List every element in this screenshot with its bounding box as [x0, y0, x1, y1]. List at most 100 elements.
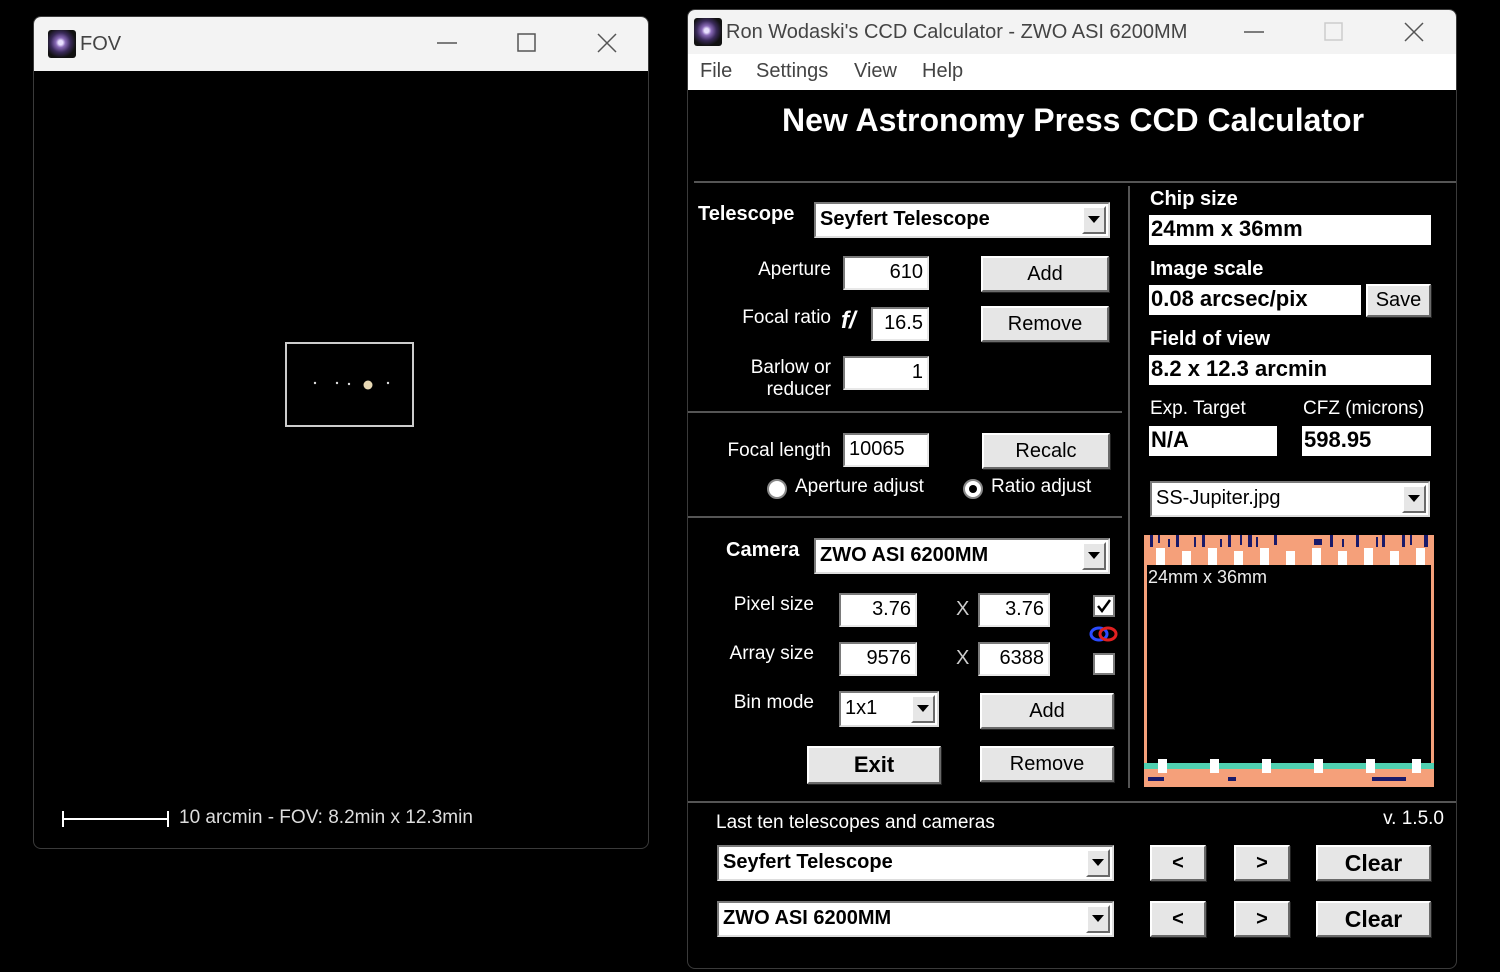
- galaxy-app-icon: [48, 30, 76, 58]
- divider: [688, 411, 1122, 413]
- save-button[interactable]: Save: [1366, 284, 1431, 317]
- array-size-x-input[interactable]: 9576: [839, 642, 917, 676]
- chip-size-value: 24mm x 36mm: [1149, 215, 1431, 245]
- focal-ratio-input[interactable]: 16.5: [871, 307, 929, 341]
- calc-titlebar[interactable]: Ron Wodaski's CCD Calculator - ZWO ASI 6…: [688, 10, 1456, 54]
- times-symbol: X: [956, 598, 970, 620]
- close-icon: [1404, 22, 1424, 42]
- ratio-adjust-radio[interactable]: [963, 479, 983, 499]
- recent-camera-select[interactable]: ZWO ASI 6200MM: [717, 901, 1114, 937]
- minimize-button[interactable]: [424, 23, 470, 63]
- image-scale-label: Image scale: [1150, 258, 1264, 280]
- maximize-button[interactable]: [1311, 12, 1357, 52]
- add-telescope-button[interactable]: Add: [981, 256, 1109, 292]
- aperture-adjust-radio[interactable]: [767, 479, 787, 499]
- maximize-icon: [517, 33, 536, 52]
- fov-preview-panel: 24mm x 36mm: [1144, 535, 1434, 787]
- minimize-button[interactable]: [1231, 12, 1277, 52]
- cfz-label: CFZ (microns): [1303, 398, 1425, 419]
- recent-telescope-next-button[interactable]: >: [1234, 845, 1290, 881]
- close-button[interactable]: [1391, 12, 1437, 52]
- fov-titlebar[interactable]: FOV: [34, 17, 648, 71]
- focal-ratio-label: Focal ratio: [742, 307, 831, 328]
- array-size-label: Array size: [729, 643, 814, 664]
- galaxy-app-icon: [694, 18, 722, 46]
- divider: [694, 181, 1456, 183]
- barlow-input[interactable]: 1: [843, 356, 929, 390]
- link-rings-icon[interactable]: [1089, 625, 1119, 643]
- chevron-down-icon[interactable]: [1402, 485, 1426, 513]
- aperture-input[interactable]: 610: [843, 256, 929, 290]
- recent-camera-next-button[interactable]: >: [1234, 901, 1290, 937]
- focal-length-label: Focal length: [727, 440, 831, 461]
- remove-telescope-button[interactable]: Remove: [981, 306, 1109, 342]
- barlow-label-line1: Barlow or: [750, 357, 831, 378]
- menu-file[interactable]: File: [700, 60, 732, 83]
- exp-target-label: Exp. Target: [1150, 398, 1246, 419]
- fov-window-title: FOV: [80, 33, 122, 55]
- scale-bar: [62, 811, 170, 827]
- remove-camera-button[interactable]: Remove: [980, 746, 1114, 782]
- close-icon: [597, 33, 617, 53]
- array-size-y-input[interactable]: 6388: [978, 642, 1050, 676]
- f-symbol: f/: [841, 307, 856, 334]
- telescope-label: Telescope: [698, 203, 795, 225]
- add-camera-button[interactable]: Add: [980, 693, 1114, 729]
- recalc-button[interactable]: Recalc: [982, 433, 1110, 469]
- recent-telescope-prev-button[interactable]: <: [1150, 845, 1206, 881]
- planet-and-moons: [313, 380, 390, 390]
- preview-chip-label: 24mm x 36mm: [1148, 567, 1268, 587]
- recent-camera-prev-button[interactable]: <: [1150, 901, 1206, 937]
- chevron-down-icon[interactable]: [1086, 849, 1110, 877]
- square-pixels-checkbox[interactable]: [1093, 595, 1115, 617]
- telescope-select[interactable]: Seyfert Telescope: [814, 202, 1110, 238]
- menu-bar: File Settings View Help: [688, 54, 1456, 90]
- chevron-down-icon[interactable]: [1082, 542, 1106, 570]
- pixel-size-x-input[interactable]: 3.76: [839, 593, 917, 627]
- image-selected: SS-Jupiter.jpg: [1156, 487, 1281, 509]
- recent-camera-clear-button[interactable]: Clear: [1316, 901, 1431, 937]
- checkmark-icon: [1097, 599, 1112, 614]
- exp-target-value: N/A: [1149, 426, 1277, 456]
- recent-telescope-selected: Seyfert Telescope: [723, 851, 893, 873]
- chevron-down-icon[interactable]: [1086, 905, 1110, 933]
- times-symbol: X: [956, 647, 970, 669]
- pixel-size-y-input[interactable]: 3.76: [978, 593, 1050, 627]
- fov-window: FOV 10 arcmin - FOV: 8.2min x 12.3min: [33, 16, 649, 849]
- divider: [688, 801, 1456, 803]
- maximize-icon: [1324, 22, 1343, 41]
- app-heading: New Astronomy Press CCD Calculator: [781, 102, 1365, 138]
- chip-size-label: Chip size: [1150, 188, 1238, 210]
- camera-selected: ZWO ASI 6200MM: [820, 544, 989, 566]
- close-button[interactable]: [584, 23, 630, 63]
- cfz-value: 598.95: [1302, 426, 1431, 456]
- exit-button[interactable]: Exit: [807, 746, 941, 784]
- fov-value: 8.2 x 12.3 arcmin: [1149, 355, 1431, 385]
- divider: [688, 516, 1122, 518]
- calculator-window: Ron Wodaski's CCD Calculator - ZWO ASI 6…: [687, 9, 1457, 969]
- pixel-size-label: Pixel size: [733, 594, 814, 615]
- camera-label: Camera: [726, 539, 800, 561]
- camera-select[interactable]: ZWO ASI 6200MM: [814, 538, 1110, 574]
- image-scale-value: 0.08 arcsec/pix: [1149, 285, 1361, 315]
- menu-settings[interactable]: Settings: [756, 60, 828, 83]
- focal-length-input[interactable]: 10065: [843, 433, 929, 467]
- aperture-label: Aperture: [758, 259, 831, 280]
- recent-telescope-select[interactable]: Seyfert Telescope: [717, 845, 1114, 881]
- recent-camera-selected: ZWO ASI 6200MM: [723, 907, 892, 929]
- minimize-icon: [1244, 31, 1264, 33]
- divider: [1128, 186, 1130, 788]
- barlow-label-line2: reducer: [766, 379, 831, 400]
- ratio-adjust-label: Ratio adjust: [991, 476, 1092, 497]
- recent-telescope-clear-button[interactable]: Clear: [1316, 845, 1431, 881]
- bin-mode-select[interactable]: 1x1: [839, 691, 939, 727]
- image-select[interactable]: SS-Jupiter.jpg: [1150, 481, 1430, 517]
- maximize-button[interactable]: [504, 23, 550, 63]
- chevron-down-icon[interactable]: [911, 695, 935, 723]
- second-checkbox[interactable]: [1093, 653, 1115, 675]
- fov-label: Field of view: [1150, 328, 1271, 350]
- minimize-icon: [437, 42, 457, 44]
- chevron-down-icon[interactable]: [1082, 206, 1106, 234]
- menu-view[interactable]: View: [854, 60, 897, 83]
- menu-help[interactable]: Help: [922, 60, 963, 83]
